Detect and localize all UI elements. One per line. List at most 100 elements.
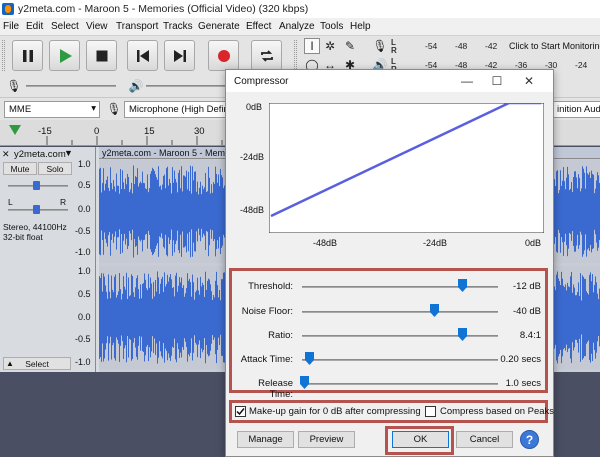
meter-right-label: R <box>391 46 397 55</box>
skip-to-start-button[interactable] <box>127 40 158 71</box>
menu-bar: File Edit Select View Transport Tracks G… <box>0 18 600 35</box>
ratio-slider[interactable] <box>302 335 498 337</box>
audio-host-select[interactable]: MME ▾ <box>4 101 100 118</box>
noise-floor-thumb[interactable] <box>430 304 439 317</box>
menu-tracks[interactable]: Tracks <box>163 21 193 32</box>
menu-select[interactable]: Select <box>51 21 79 32</box>
toolbar-grip[interactable] <box>2 40 5 71</box>
compress-peaks-label[interactable]: Compress based on Peaks <box>440 406 554 417</box>
attack-time-value: 0.20 secs <box>500 354 541 365</box>
playback-volume-slider[interactable] <box>146 85 226 87</box>
playback-device-select[interactable]: inition Audio <box>552 101 600 118</box>
skip-to-end-icon <box>173 49 186 62</box>
pause-button[interactable] <box>12 40 43 71</box>
collapse-track-icon[interactable]: ▲ <box>6 359 14 368</box>
waveform-left-channel[interactable] <box>99 160 225 263</box>
window-title: y2meta.com - Maroon 5 - Memories (Offici… <box>18 3 309 15</box>
record-meter-icon[interactable]: 🎙 <box>372 38 388 54</box>
y-axis-label: 0.5 <box>78 180 91 190</box>
release-time-thumb[interactable] <box>300 376 309 389</box>
stop-button[interactable] <box>86 40 117 71</box>
track-menu-chevron-icon[interactable]: ▼ <box>64 148 73 158</box>
track-format-depth: 32-bit float <box>3 232 43 242</box>
noise-floor-label: Noise Floor: <box>241 306 293 317</box>
meter-scale-label: -42 <box>485 41 498 51</box>
waveform-right-channel[interactable] <box>554 266 600 369</box>
track-format-rate: Stereo, 44100Hz <box>3 222 67 232</box>
chevron-down-icon: ▾ <box>91 103 96 114</box>
checkmark-icon <box>236 408 245 416</box>
compressor-dialog: Compressor — ☐ ✕ 0dB -24dB -48dB -48dB -… <box>225 69 554 457</box>
gain-thumb[interactable] <box>33 181 40 190</box>
threshold-label: Threshold: <box>248 281 293 292</box>
help-button[interactable]: ? <box>520 430 539 449</box>
threshold-thumb[interactable] <box>458 279 467 292</box>
record-button[interactable] <box>208 40 239 71</box>
toolbar-grip[interactable] <box>294 40 297 71</box>
threshold-slider[interactable] <box>302 286 498 288</box>
ratio-label: Ratio: <box>268 330 293 341</box>
cancel-button[interactable]: Cancel <box>456 431 513 448</box>
y-axis-label: 1.0 <box>78 159 91 169</box>
recording-volume-slider[interactable] <box>26 85 116 87</box>
meter-scale-label: -24 <box>575 60 588 70</box>
loop-button[interactable] <box>251 40 282 71</box>
manage-button[interactable]: Manage <box>237 431 294 448</box>
ok-button[interactable]: OK <box>392 431 449 448</box>
menu-view[interactable]: View <box>86 21 108 32</box>
release-time-value: 1.0 secs <box>505 378 541 389</box>
noise-floor-value: -40 dB <box>513 306 541 317</box>
y-axis-label: 0.5 <box>78 289 91 299</box>
dialog-title: Compressor <box>234 76 289 87</box>
close-icon[interactable]: ✕ <box>520 72 538 90</box>
y-axis-label: 1.0 <box>78 266 91 276</box>
track-name[interactable]: y2meta.com <box>14 149 66 160</box>
maximize-icon[interactable]: ☐ <box>488 72 506 90</box>
attack-time-thumb[interactable] <box>305 352 314 365</box>
pan-thumb[interactable] <box>33 205 40 214</box>
solo-button[interactable]: Solo <box>38 162 72 175</box>
draw-tool-icon[interactable]: ✎ <box>342 38 358 54</box>
minimize-icon[interactable]: — <box>458 72 476 90</box>
preview-button[interactable]: Preview <box>298 431 355 448</box>
clip-title-bar[interactable]: y2meta.com - Maroon 5 - Mem <box>99 147 225 159</box>
waveform-right-channel[interactable] <box>99 266 225 369</box>
compress-peaks-checkbox[interactable] <box>425 406 436 417</box>
recording-device-select[interactable]: Microphone (High Defini <box>124 101 228 118</box>
envelope-tool-icon[interactable]: ✲ <box>322 38 338 54</box>
mute-button[interactable]: Mute <box>3 162 37 175</box>
noise-floor-slider[interactable] <box>302 311 498 313</box>
y-axis-label: -48dB <box>240 205 265 215</box>
menu-effect[interactable]: Effect <box>246 21 271 32</box>
threshold-value: -12 dB <box>513 281 541 292</box>
compressor-parameters: Threshold: -12 dB Noise Floor: -40 dB Ra… <box>229 268 548 400</box>
makeup-gain-checkbox[interactable] <box>235 406 246 417</box>
attack-time-label: Attack Time: <box>240 354 293 365</box>
selection-tool-icon[interactable]: I <box>304 38 320 54</box>
close-track-icon[interactable]: ✕ <box>2 149 12 159</box>
release-time-slider[interactable] <box>302 383 498 385</box>
play-button[interactable] <box>49 40 80 71</box>
play-head-icon[interactable] <box>8 124 22 136</box>
ratio-thumb[interactable] <box>458 328 467 341</box>
ratio-value: 8.4:1 <box>519 330 541 341</box>
skip-to-end-button[interactable] <box>164 40 195 71</box>
menu-analyze[interactable]: Analyze <box>279 21 315 32</box>
makeup-gain-label[interactable]: Make-up gain for 0 dB after compressing <box>249 406 421 417</box>
pan-left-label: L <box>8 197 13 207</box>
attack-time-slider[interactable] <box>302 359 498 361</box>
menu-help[interactable]: Help <box>350 21 371 32</box>
menu-generate[interactable]: Generate <box>198 21 240 32</box>
monitor-prompt[interactable]: Click to Start Monitoring <box>509 41 600 51</box>
x-axis-label: 0dB <box>525 238 542 248</box>
dialog-title-bar[interactable]: Compressor — ☐ ✕ <box>226 70 553 92</box>
compression-curve-graph: 0dB -24dB -48dB -48dB -24dB 0dB <box>234 98 546 262</box>
menu-edit[interactable]: Edit <box>26 21 43 32</box>
clip-title-bar[interactable] <box>554 147 600 159</box>
menu-tools[interactable]: Tools <box>320 21 343 32</box>
transfer-curve-plot <box>269 103 544 233</box>
waveform-left-channel[interactable] <box>554 160 600 263</box>
x-axis-label: -24dB <box>423 238 448 248</box>
menu-file[interactable]: File <box>3 21 19 32</box>
menu-transport[interactable]: Transport <box>116 21 158 32</box>
